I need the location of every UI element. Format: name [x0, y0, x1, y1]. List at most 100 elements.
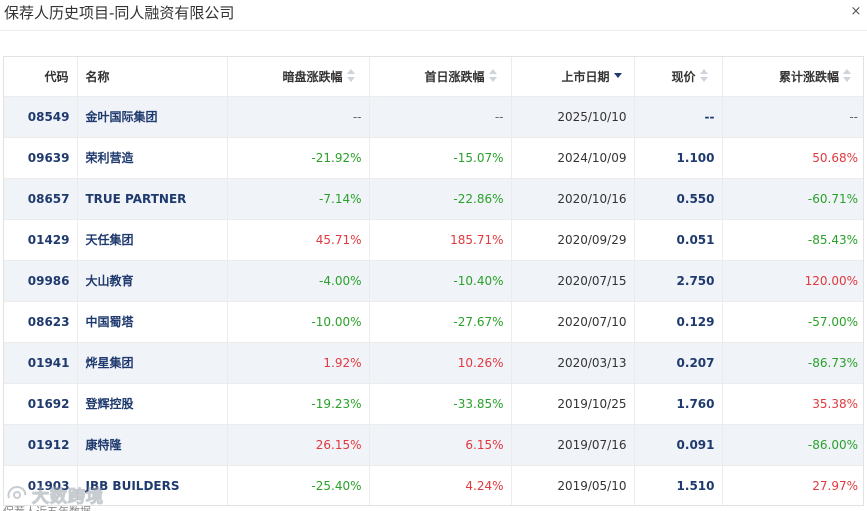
stock-name-cell[interactable]: JBB BUILDERS [77, 465, 228, 505]
column-header-dark-change[interactable]: 暗盘涨跌幅 [227, 57, 370, 97]
first-day-change-cell: -10.40% [369, 260, 512, 302]
first-day-change-cell: -33.85% [369, 383, 512, 425]
first-day-change-cell: 185.71% [369, 219, 512, 261]
current-price-cell: 0.207 [634, 342, 723, 384]
stock-code-cell[interactable]: 01903 [4, 465, 78, 505]
column-header-code-label: 代码 [44, 69, 69, 84]
column-header-first-day-change-label: 首日涨跌幅 [424, 69, 485, 84]
close-icon[interactable]: × [849, 5, 863, 19]
listing-date-cell: 2020/09/29 [511, 219, 635, 261]
listing-date-cell: 2020/07/15 [511, 260, 635, 302]
cum-change-cell: -85.43% [722, 219, 863, 261]
stock-code-cell[interactable]: 01429 [4, 219, 78, 261]
table-row[interactable]: 01912 康特隆 26.15% 6.15% 2019/07/16 0.091 -86.00… [4, 424, 863, 466]
dark-change-cell: 45.71% [227, 219, 370, 261]
stock-code-cell[interactable]: 09986 [4, 260, 78, 302]
stock-code-cell[interactable]: 01941 [4, 342, 78, 384]
stock-name-cell[interactable]: 天任集团 [77, 219, 228, 261]
first-day-change-cell: -15.07% [369, 137, 512, 179]
sort-desc-icon[interactable] [613, 69, 623, 83]
table-row[interactable]: 01941 烨星集团 1.92% 10.26% 2020/03/13 0.207 -86.7… [4, 342, 863, 384]
column-header-price[interactable]: 现价 [634, 57, 723, 97]
current-price-cell: 0.550 [634, 178, 723, 220]
listing-date-cell: 2019/10/25 [511, 383, 635, 425]
dark-change-cell: -4.00% [227, 260, 370, 302]
table-row[interactable]: 01429 天任集团 45.71% 185.71% 2020/09/29 0.051 -85… [4, 219, 863, 261]
current-price-cell: 1.760 [634, 383, 723, 425]
column-header-dark-change-label: 暗盘涨跌幅 [282, 69, 343, 84]
column-header-code: 代码 [4, 57, 78, 97]
listing-date-cell: 2020/07/10 [511, 301, 635, 343]
first-day-change-cell: 6.15% [369, 424, 512, 466]
cum-change-cell: 120.00% [722, 260, 863, 302]
dialog-title: 保荐人历史项目-同人融资有限公司 [4, 4, 235, 22]
table-row[interactable]: 08657 TRUE PARTNER -7.14% -22.86% 2020/10/16… [4, 178, 863, 220]
table-row[interactable]: 09639 荣利营造 -21.92% -15.07% 2024/10/09 1.100 50… [4, 137, 863, 179]
stock-name-cell[interactable]: 康特隆 [77, 424, 228, 466]
column-header-first-day-change[interactable]: 首日涨跌幅 [369, 57, 512, 97]
stock-code-cell[interactable]: 08549 [4, 96, 78, 138]
table-row[interactable]: 09986 大山教育 -4.00% -10.40% 2020/07/15 2.750 120… [4, 260, 863, 302]
table-row[interactable]: 08623 中国蜀塔 -10.00% -27.67% 2020/07/10 0.129 -5… [4, 301, 863, 343]
stock-name-cell[interactable]: 登辉控股 [77, 383, 228, 425]
current-price-cell: 1.100 [634, 137, 723, 179]
stock-name-cell[interactable]: 中国蜀塔 [77, 301, 228, 343]
cum-change-cell: 27.97% [722, 465, 863, 505]
footnote: 保荐人近五年数据 [3, 506, 91, 511]
sort-icon[interactable] [488, 69, 498, 83]
cum-change-cell: -86.73% [722, 342, 863, 384]
table-header-row: 代码 名称 暗盘涨跌幅 首日涨跌幅 上市日期 现价 累计涨跌幅 [4, 57, 863, 97]
stock-code-cell[interactable]: 01692 [4, 383, 78, 425]
listing-date-cell: 2020/03/13 [511, 342, 635, 384]
listing-date-cell: 2024/10/09 [511, 137, 635, 179]
table-row[interactable]: 01903 JBB BUILDERS -25.40% 4.24% 2019/05/10 1… [4, 465, 863, 505]
cum-change-cell: -86.00% [722, 424, 863, 466]
dark-change-cell: 26.15% [227, 424, 370, 466]
current-price-cell: 0.091 [634, 424, 723, 466]
stock-name-cell[interactable]: 大山教育 [77, 260, 228, 302]
cum-change-cell: 50.68% [722, 137, 863, 179]
stock-code-cell[interactable]: 08657 [4, 178, 78, 220]
listing-date-cell: 2020/10/16 [511, 178, 635, 220]
cum-change-cell: 35.38% [722, 383, 863, 425]
stock-name-cell[interactable]: 荣利营造 [77, 137, 228, 179]
column-header-cum-change[interactable]: 累计涨跌幅 [722, 57, 863, 97]
stock-code-cell[interactable]: 01912 [4, 424, 78, 466]
dark-change-cell: -25.40% [227, 465, 370, 505]
column-header-listing-date[interactable]: 上市日期 [511, 57, 635, 97]
dark-change-cell: -- [227, 96, 370, 138]
dark-change-cell: 1.92% [227, 342, 370, 384]
title-divider [0, 30, 867, 31]
first-day-change-cell: -- [369, 96, 512, 138]
column-header-price-label: 现价 [671, 69, 696, 84]
column-header-name: 名称 [77, 57, 228, 97]
sort-icon[interactable] [843, 69, 852, 83]
column-header-cum-change-label: 累计涨跌幅 [778, 69, 839, 84]
current-price-cell: 2.750 [634, 260, 723, 302]
column-header-name-label: 名称 [85, 69, 110, 84]
sort-icon[interactable] [346, 69, 356, 83]
stock-name-cell[interactable]: 烨星集团 [77, 342, 228, 384]
stock-name-cell[interactable]: TRUE PARTNER [77, 178, 228, 220]
stock-name-cell[interactable]: 金叶国际集团 [77, 96, 228, 138]
cum-change-cell: -- [722, 96, 863, 138]
current-price-cell: 0.129 [634, 301, 723, 343]
first-day-change-cell: 10.26% [369, 342, 512, 384]
column-header-listing-date-label: 上市日期 [561, 69, 610, 84]
stock-code-cell[interactable]: 09639 [4, 137, 78, 179]
dark-change-cell: -21.92% [227, 137, 370, 179]
table-row[interactable]: 08549 金叶国际集团 -- -- 2025/10/10 -- -- [4, 96, 863, 138]
table-row[interactable]: 01692 登辉控股 -19.23% -33.85% 2019/10/25 1.760 35… [4, 383, 863, 425]
first-day-change-cell: -22.86% [369, 178, 512, 220]
sponsor-history-table: 代码 名称 暗盘涨跌幅 首日涨跌幅 上市日期 现价 累计涨跌幅 08549 金叶国… [3, 56, 864, 506]
dark-change-cell: -10.00% [227, 301, 370, 343]
listing-date-cell: 2025/10/10 [511, 96, 635, 138]
dark-change-cell: -7.14% [227, 178, 370, 220]
stock-code-cell[interactable]: 08623 [4, 301, 78, 343]
sort-icon[interactable] [699, 69, 709, 83]
first-day-change-cell: -27.67% [369, 301, 512, 343]
listing-date-cell: 2019/05/10 [511, 465, 635, 505]
current-price-cell: 0.051 [634, 219, 723, 261]
cum-change-cell: -57.00% [722, 301, 863, 343]
cum-change-cell: -60.71% [722, 178, 863, 220]
